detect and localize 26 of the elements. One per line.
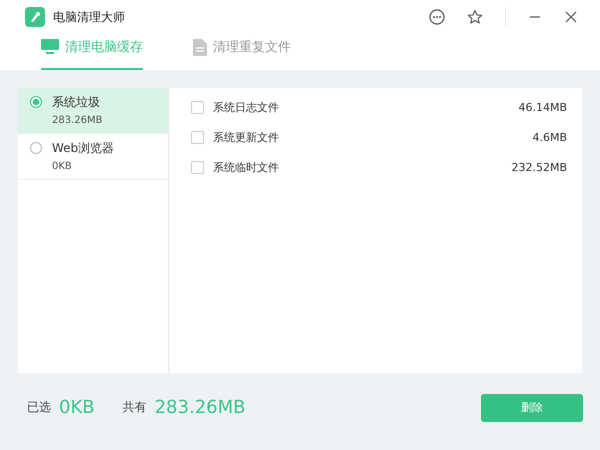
monitor-icon <box>41 39 59 55</box>
file-size: 46.14MB <box>518 100 567 114</box>
app-logo-icon <box>25 7 45 27</box>
file-size: 4.6MB <box>532 130 567 144</box>
checkbox[interactable] <box>191 100 204 114</box>
category-item[interactable]: Web浏览器 0KB <box>18 134 168 180</box>
checkbox[interactable] <box>191 160 204 174</box>
tab[interactable]: 清理重复文件 <box>193 34 291 70</box>
delete-button[interactable]: 删除 <box>481 394 583 422</box>
more-icon[interactable] <box>429 9 445 25</box>
total-label: 共有 <box>122 399 147 416</box>
radio-button[interactable] <box>30 96 42 108</box>
checkbox[interactable] <box>191 130 204 144</box>
radio-button[interactable] <box>30 142 42 154</box>
total-size: 283.26MB <box>154 397 246 418</box>
file-name: 系统临时文件 <box>213 160 280 174</box>
selected-label: 已选 <box>27 399 51 416</box>
star-icon[interactable] <box>467 9 483 25</box>
window-title: 电脑清理大师 <box>53 8 125 26</box>
selected-size: 0KB <box>59 397 95 418</box>
file-name: 系统更新文件 <box>213 130 280 144</box>
file-name: 系统日志文件 <box>213 100 280 114</box>
file-size: 232.52MB <box>511 160 567 174</box>
document-icon <box>193 38 207 56</box>
close-icon[interactable] <box>564 10 578 24</box>
category-item[interactable]: 系统垃圾 283.26MB <box>18 88 168 134</box>
